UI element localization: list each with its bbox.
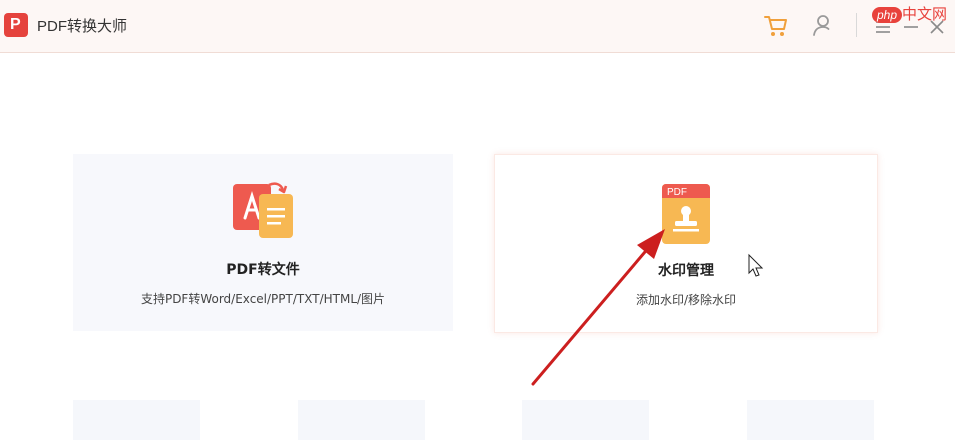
feature-tile[interactable] bbox=[73, 400, 200, 440]
pdf-stamp-icon: PDF bbox=[662, 184, 710, 244]
title-bar: P PDF转换大师 php 中文网 bbox=[0, 0, 955, 53]
pdf-convert-icon bbox=[233, 182, 293, 238]
card-description: 支持PDF转Word/Excel/PPT/TXT/HTML/图片 bbox=[140, 292, 386, 306]
watermark-card[interactable]: PDF 水印管理 添加水印/移除水印 bbox=[494, 154, 878, 333]
user-icon[interactable] bbox=[808, 10, 838, 40]
site-watermark: php 中文网 bbox=[872, 3, 952, 23]
app-logo: P bbox=[4, 13, 28, 37]
pdf-convert-card[interactable]: PDF转文件 支持PDF转Word/Excel/PPT/TXT/HTML/图片 bbox=[73, 154, 453, 331]
feature-tile[interactable] bbox=[298, 400, 425, 440]
pdf-stamp-label: PDF bbox=[667, 187, 687, 198]
feature-tile[interactable] bbox=[747, 400, 874, 440]
card-description: 添加水印/移除水印 bbox=[635, 293, 737, 307]
card-title: 水印管理 bbox=[658, 263, 714, 279]
card-title: PDF转文件 bbox=[226, 262, 300, 278]
titlebar-divider bbox=[856, 13, 857, 37]
cart-icon[interactable] bbox=[761, 10, 791, 40]
app-title: PDF转换大师 bbox=[37, 18, 128, 35]
feature-tile[interactable] bbox=[522, 400, 649, 440]
